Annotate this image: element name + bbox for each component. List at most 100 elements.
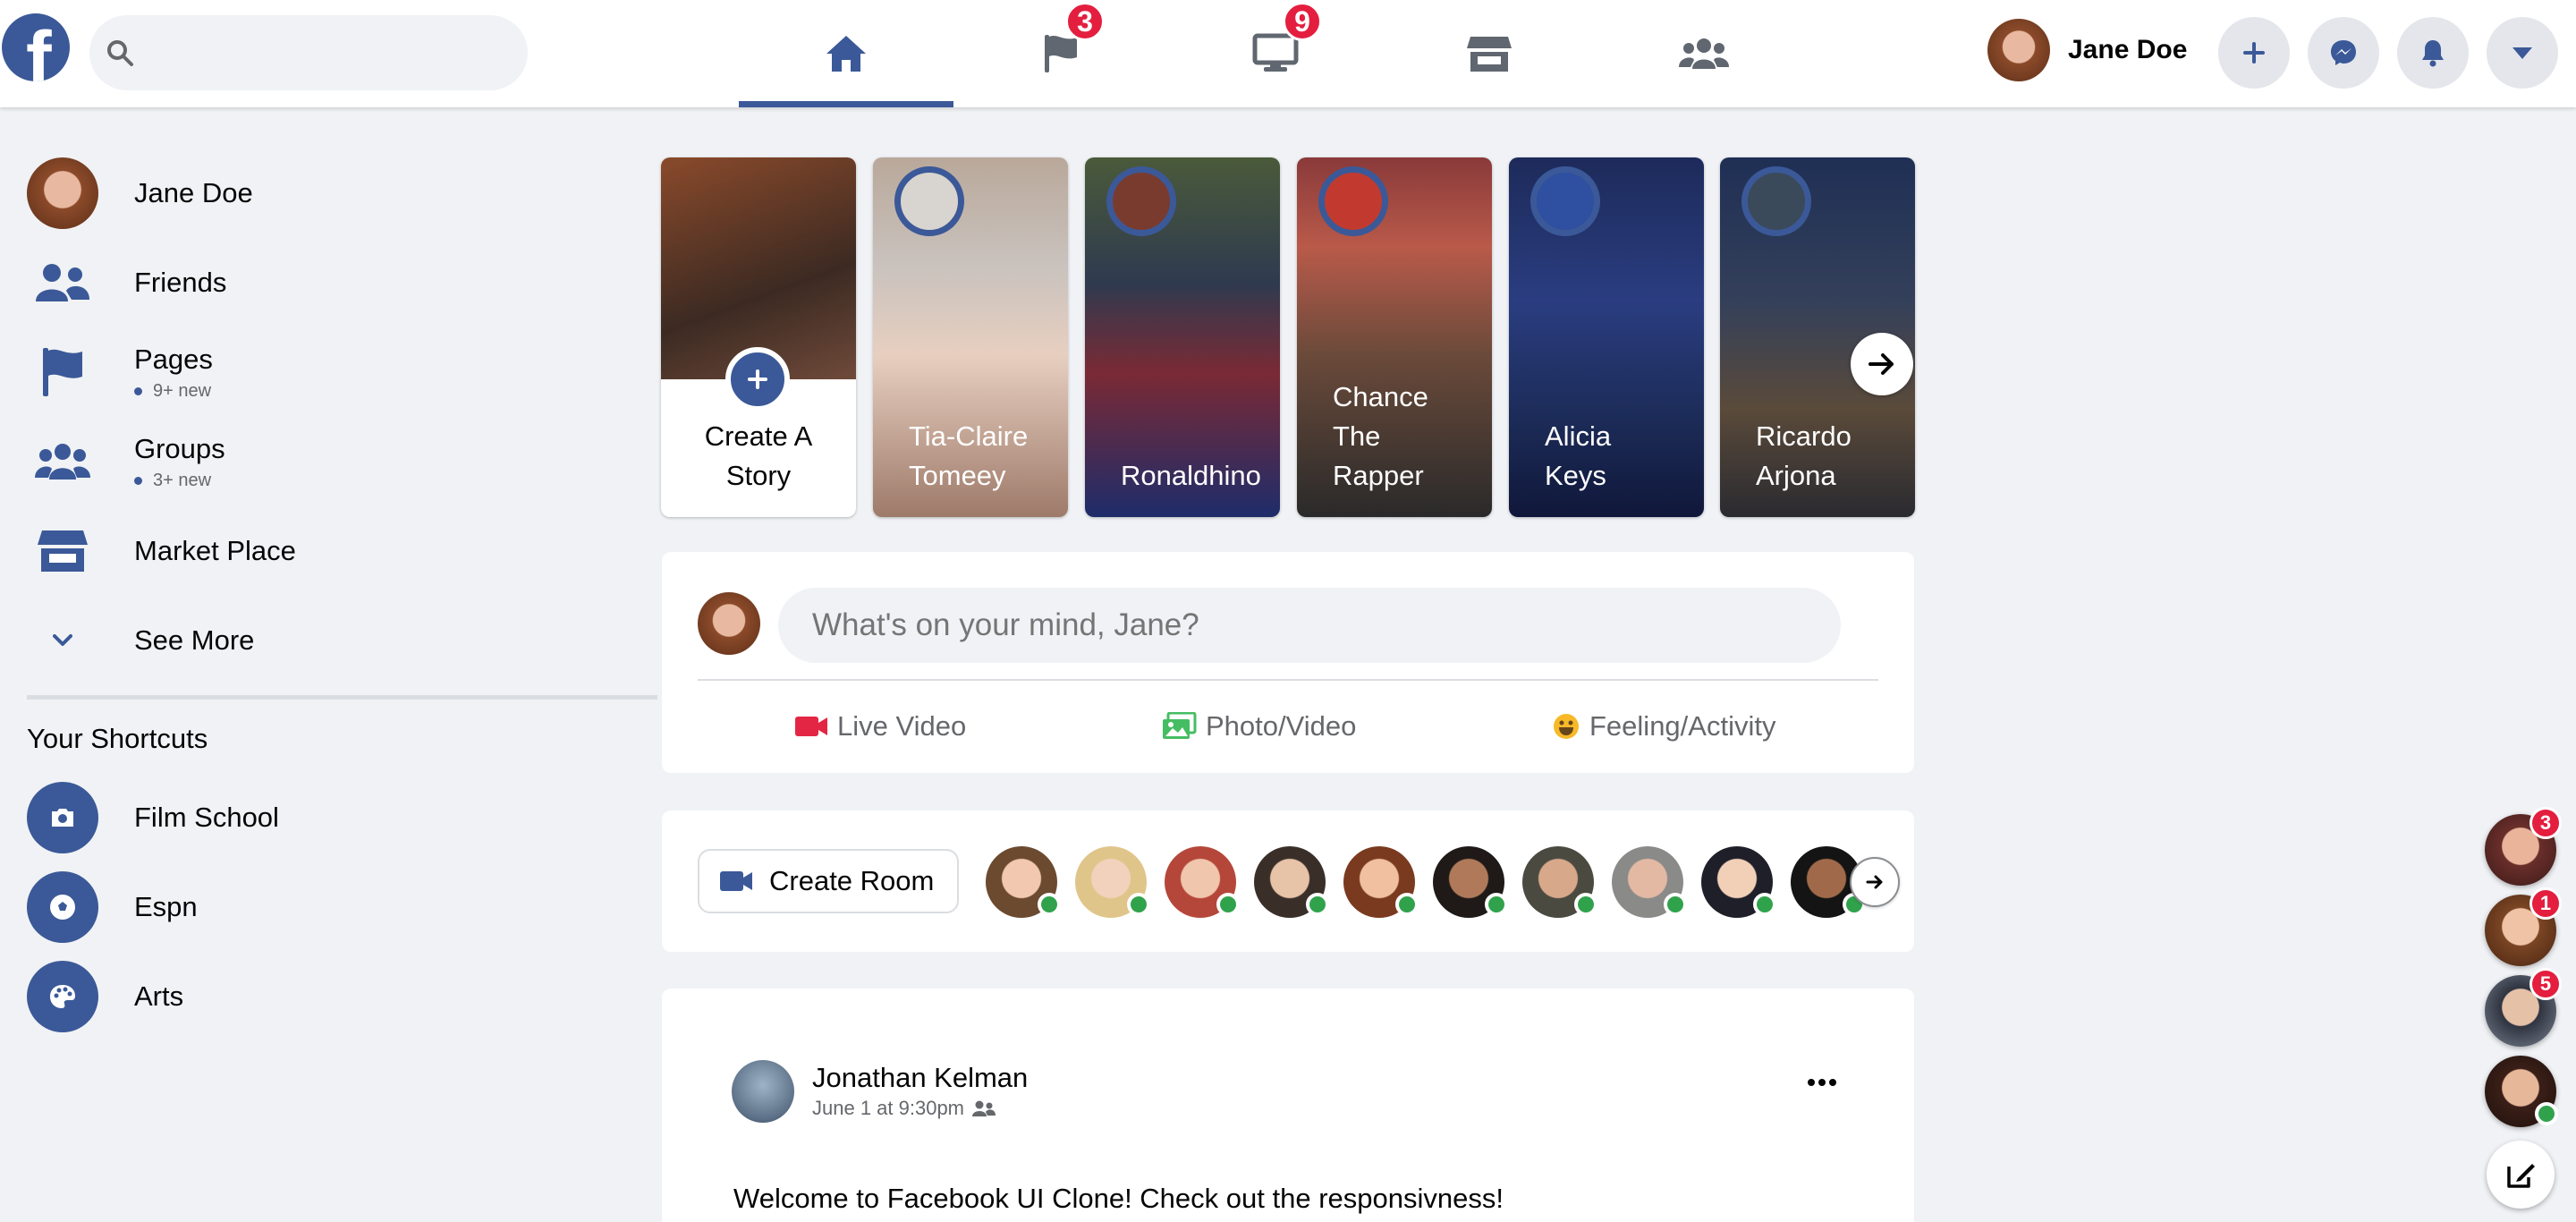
chat-head[interactable]: 1 [2485,887,2562,966]
avatar [698,592,760,655]
stories-next-button[interactable] [1851,333,1913,395]
story-card[interactable]: Chance The Rapper [1297,157,1492,517]
new-message-button[interactable] [2487,1141,2555,1209]
more-dots-icon [1807,1078,1837,1087]
sidebar-item-see-more[interactable]: See More [27,598,653,683]
soccer-ball-icon [27,871,98,943]
chat-badge: 3 [2529,807,2562,839]
story-avatar [1530,166,1600,236]
messenger-button[interactable] [2308,17,2379,89]
photo-video-button[interactable]: Photo/Video [1161,700,1356,753]
profile-name: Jane Doe [2068,35,2188,64]
create-story-card[interactable]: Create A Story [661,157,856,517]
sidebar-item-marketplace[interactable]: Market Place [27,508,653,594]
online-friend-avatar[interactable] [1165,846,1240,918]
profile-link[interactable]: Jane Doe [1987,18,2187,82]
messenger-icon [2329,38,2358,67]
nav-badge-watch: 9 [1283,2,1322,41]
composer-divider [698,679,1878,681]
chat-head[interactable]: 5 [2485,968,2562,1047]
online-indicator [1485,893,1508,916]
story-avatar [1106,166,1176,236]
nav-tab-groups[interactable] [1597,0,1811,107]
sidebar-item-groups[interactable]: Groups 3+ new [27,419,653,505]
nav-tab-home[interactable] [739,0,953,107]
avatar[interactable] [732,1060,794,1123]
video-camera-icon [719,870,769,893]
sidebar-item-label: Friends [134,267,227,298]
post-options-button[interactable] [1807,1078,1837,1087]
create-room-button[interactable]: Create Room [698,849,959,913]
sidebar-item-friends[interactable]: Friends [27,240,653,326]
online-indicator [1574,893,1597,916]
notifications-button[interactable] [2397,17,2469,89]
online-indicator [1038,893,1061,916]
online-friend-avatar[interactable] [1612,846,1687,918]
online-friend-avatar[interactable] [1701,846,1776,918]
search-icon [106,38,134,67]
story-card[interactable]: Alicia Keys [1509,157,1704,517]
facebook-logo[interactable]: f [2,13,70,81]
online-indicator [1127,893,1150,916]
feeling-activity-button[interactable]: Feeling/Activity [1552,700,1775,753]
account-menu-button[interactable] [2487,17,2558,89]
post-composer: Live Video Photo/Video Feeling/Activity [662,552,1914,773]
chat-badge: 5 [2529,968,2562,1000]
home-icon [825,34,868,73]
live-video-button[interactable]: Live Video [794,700,966,753]
story-name: Chance The Rapper [1333,381,1428,491]
arrow-right-icon [1868,352,1895,376]
post-text: Welcome to Facebook UI Clone! Check out … [733,1183,1504,1214]
shortcut-film-school[interactable]: Film School [27,775,653,861]
online-friend-avatar[interactable] [1075,846,1150,918]
post-author[interactable]: Jonathan Kelman [812,1062,1028,1094]
nav-tab-marketplace[interactable] [1382,0,1597,107]
arrow-right-icon [1866,874,1884,890]
shortcut-label: Espn [134,891,198,922]
shortcuts-heading: Your Shortcuts [27,723,208,754]
groups-icon [27,426,98,497]
feed-post: Jonathan Kelman June 1 at 9:30pm Welcome… [662,989,1914,1222]
shortcut-label: Arts [134,980,184,1012]
online-friend-avatar[interactable] [1433,846,1508,918]
video-camera-icon [794,715,837,738]
top-navbar: f 3 9 Jane Doe [0,0,2576,107]
post-timestamp: June 1 at 9:30pm [812,1097,996,1120]
palette-icon [27,961,98,1032]
online-friend-avatar[interactable] [1343,846,1419,918]
photo-icon [1161,712,1206,741]
story-card[interactable]: Ronaldhino [1085,157,1280,517]
create-button[interactable] [2218,17,2290,89]
caret-down-icon [2511,45,2534,61]
online-indicator [1395,893,1419,916]
rooms-next-button[interactable] [1850,857,1900,907]
chat-head[interactable]: 3 [2485,807,2562,886]
story-name: Ronaldhino [1121,460,1261,491]
sidebar-item-profile[interactable]: Jane Doe [27,150,653,236]
sidebar-item-label: See More [134,624,255,656]
search-input[interactable] [89,15,528,90]
online-friend-avatar[interactable] [1522,846,1597,918]
chat-head[interactable] [2485,1056,2558,1127]
story-card[interactable]: Tia-Claire Tomeey [873,157,1068,517]
shortcut-arts[interactable]: Arts [27,954,653,1040]
sidebar-item-label: Pages [134,343,213,375]
online-friend-avatar[interactable] [1254,846,1329,918]
online-indicator [1664,893,1687,916]
smiley-icon [1552,712,1589,741]
story-avatar [1741,166,1811,236]
nav-tab-pages[interactable]: 3 [954,0,1169,107]
sidebar-item-label: Jane Doe [134,177,253,208]
sidebar-item-label: Groups [134,432,225,464]
shortcut-label: Film School [134,802,279,833]
shortcut-espn[interactable]: Espn [27,864,653,950]
friends-icon [27,247,98,318]
sidebar-item-pages[interactable]: Pages 9+ new [27,329,653,415]
online-friend-avatar[interactable] [986,846,1061,918]
flag-icon [27,336,98,408]
nav-tab-watch[interactable]: 9 [1168,0,1383,107]
avatar [1987,19,2050,81]
story-name: Tia-Claire Tomeey [909,420,1029,491]
status-input[interactable] [778,588,1841,663]
avatar [27,157,98,229]
